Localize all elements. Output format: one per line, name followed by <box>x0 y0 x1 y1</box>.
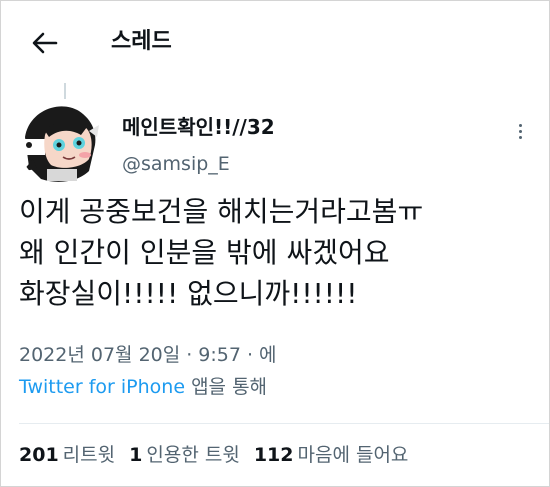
source-suffix: 앱을 통해 <box>191 376 268 398</box>
tweet-time: 9:57 <box>198 344 241 366</box>
arrow-left-icon <box>32 32 58 54</box>
more-options-button[interactable] <box>509 117 531 145</box>
quotes-label: 인용한 트윗 <box>146 444 240 466</box>
tweet-text: 이게 공중보건을 해치는거라고봄ㅠ 왜 인간이 인분을 밖에 싸겠어요 화장실이… <box>19 191 539 314</box>
tweet-date: 2022년 07월 20일 <box>19 344 181 366</box>
tweet-text-line: 이게 공중보건을 해치는거라고봄ㅠ <box>19 195 424 228</box>
retweets-count: 201 <box>19 444 59 466</box>
likes-stat[interactable]: 112 마음에 들어요 <box>254 441 409 469</box>
likes-count: 112 <box>253 444 294 466</box>
user-handle[interactable]: @samsip_E <box>122 151 230 177</box>
thread-connector-line <box>64 83 66 99</box>
tweet-time-suffix: 에 <box>259 344 277 366</box>
meta-separator: · <box>246 344 253 366</box>
tweet-text-line: 왜 인간이 인분을 밖에 싸겠어요 <box>19 236 390 269</box>
engagement-stats: 201 리트윗 1 인용한 트윗 112 마음에 들어요 <box>19 441 408 469</box>
tweet-detail-frame: 스레드 메인트확인!!//32 @samsip_E 이게 공중보건을 해치는거라… <box>0 0 550 487</box>
avatar[interactable] <box>19 101 103 185</box>
meta-separator: · <box>186 344 193 366</box>
source-app-link[interactable]: Twitter for iPhone <box>19 376 185 398</box>
display-name[interactable]: 메인트확인!!//32 <box>122 113 275 141</box>
retweets-label: 리트윗 <box>62 444 116 466</box>
quotes-stat[interactable]: 1 인용한 트윗 <box>129 441 240 469</box>
more-vertical-icon-dot <box>518 129 522 133</box>
quotes-count: 1 <box>129 444 143 466</box>
divider <box>19 423 549 424</box>
avatar-image <box>19 101 103 185</box>
retweets-stat[interactable]: 201 리트윗 <box>19 441 115 469</box>
likes-label: 마음에 들어요 <box>297 444 409 466</box>
tweet-text-line: 화장실이!!!!! 없으니까!!!!!! <box>19 277 358 310</box>
back-button[interactable] <box>27 27 63 59</box>
header: 스레드 <box>1 1 549 83</box>
more-vertical-icon-dot <box>518 123 522 127</box>
page-title: 스레드 <box>111 29 172 54</box>
more-vertical-icon-dot <box>518 135 522 139</box>
tweet-timestamp[interactable]: 2022년 07월 20일 · 9:57 · 에 <box>19 341 276 369</box>
tweet-source: Twitter for iPhone 앱을 통해 <box>19 373 267 401</box>
